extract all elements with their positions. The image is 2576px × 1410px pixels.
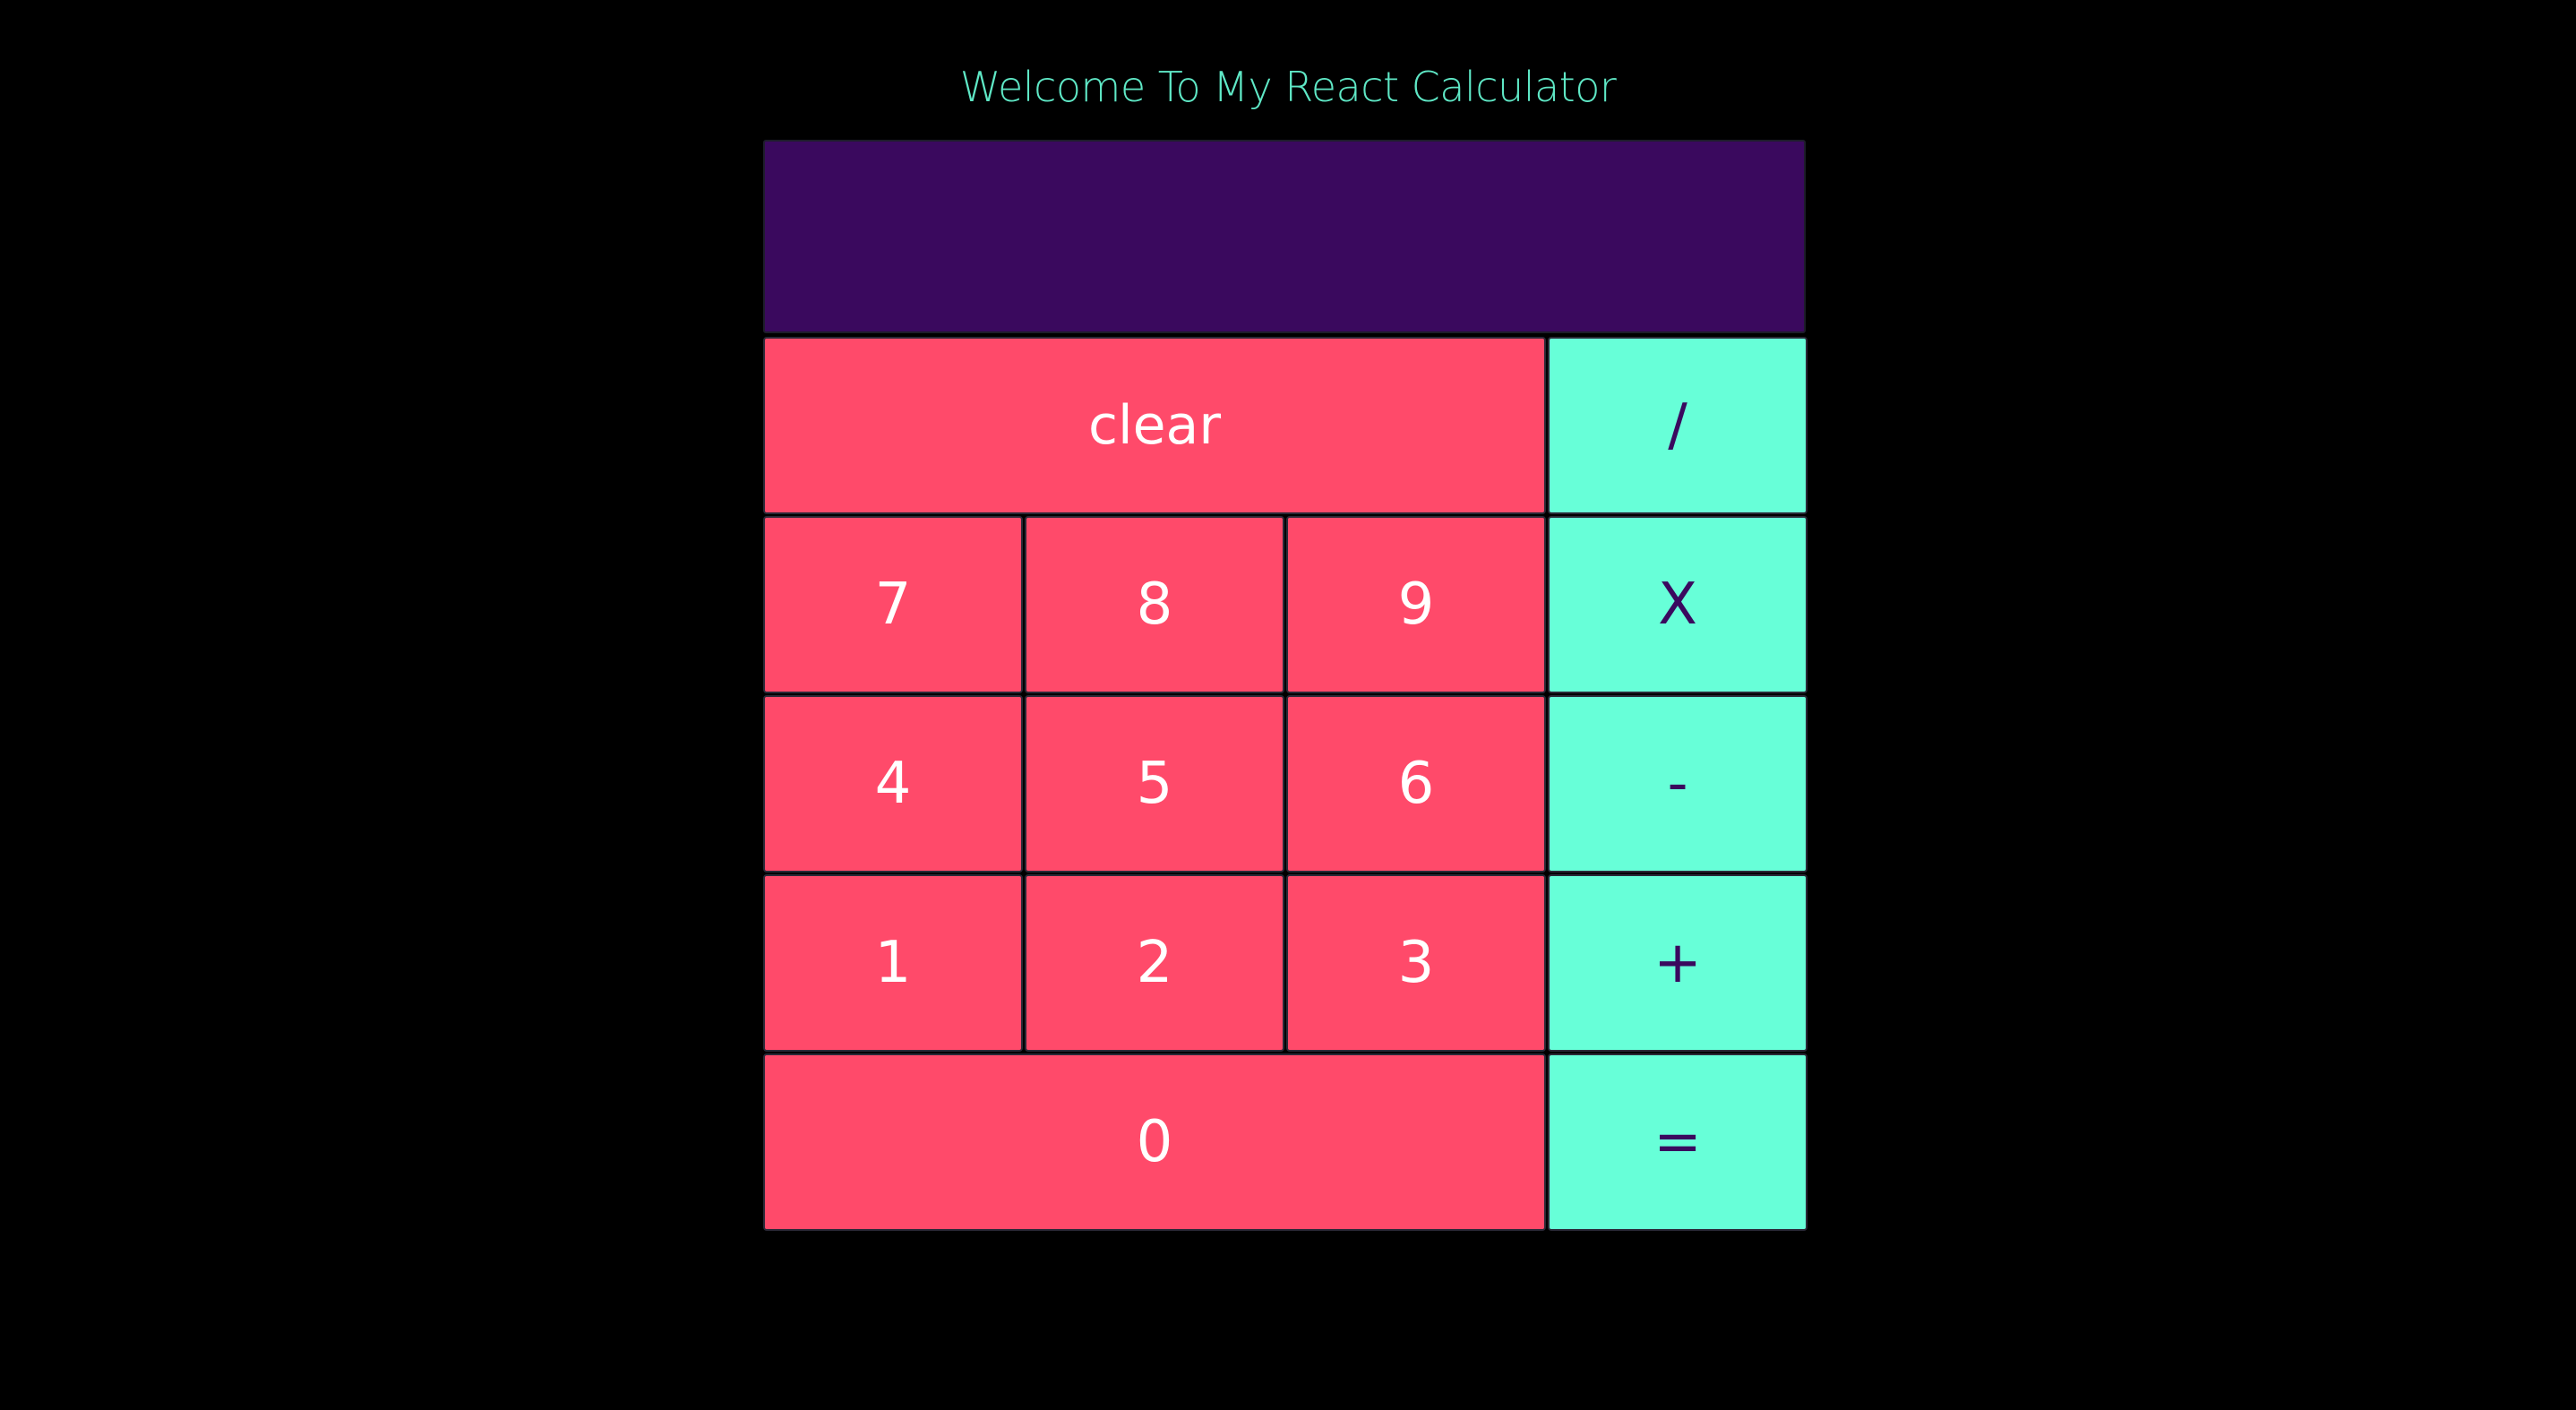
digit-5-button[interactable]: 5 — [1025, 695, 1284, 873]
divide-button[interactable]: / — [1548, 337, 1807, 514]
digit-2-button[interactable]: 2 — [1025, 874, 1284, 1052]
add-button[interactable]: + — [1548, 874, 1807, 1052]
digit-1-button[interactable]: 1 — [763, 874, 1023, 1052]
calculator-display — [763, 140, 1806, 333]
multiply-button[interactable]: X — [1548, 516, 1807, 693]
digit-6-button[interactable]: 6 — [1286, 695, 1546, 873]
clear-button[interactable]: clear — [763, 337, 1546, 514]
digit-4-button[interactable]: 4 — [763, 695, 1023, 873]
calculator: clear / 7 8 9 X 4 5 6 - 1 2 3 + 0 = — [763, 140, 1809, 1233]
digit-3-button[interactable]: 3 — [1286, 874, 1546, 1052]
digit-8-button[interactable]: 8 — [1025, 516, 1284, 693]
page-title: Welcome To My React Calculator — [959, 63, 1617, 111]
digit-7-button[interactable]: 7 — [763, 516, 1023, 693]
digit-0-button[interactable]: 0 — [763, 1053, 1546, 1231]
equals-button[interactable]: = — [1548, 1053, 1807, 1231]
digit-9-button[interactable]: 9 — [1286, 516, 1546, 693]
subtract-button[interactable]: - — [1548, 695, 1807, 873]
